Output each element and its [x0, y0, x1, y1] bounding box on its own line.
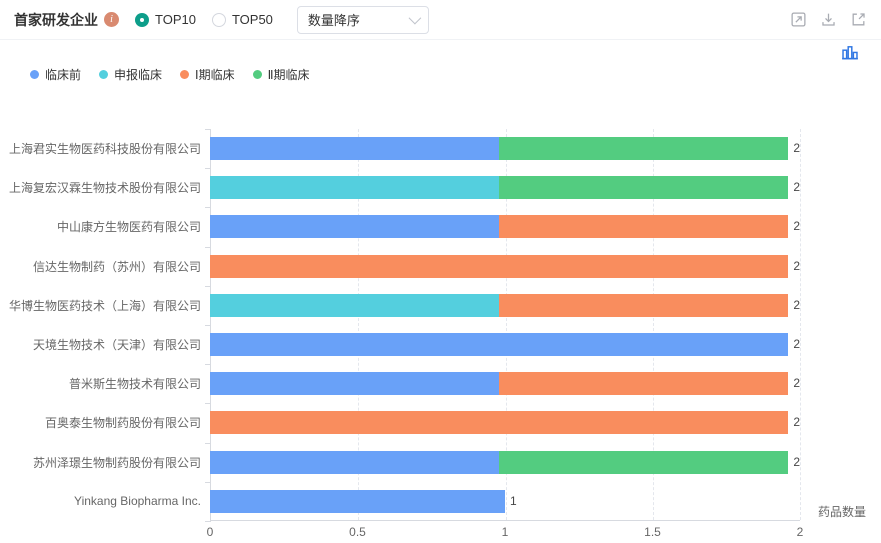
category-label: 信达生物制药（苏州）有限公司 [0, 258, 210, 275]
table-row: 百奥泰生物制药股份有限公司 2 [0, 403, 881, 442]
category-label: 中山康方生物医药有限公司 [0, 218, 210, 235]
bar-segment[interactable] [210, 137, 499, 160]
x-axis-ticks: 00.511.52 [210, 521, 800, 543]
category-label: 上海君实生物医药科技股份有限公司 [0, 140, 210, 157]
value-label: 2 [793, 411, 800, 434]
first-developer-panel: 首家研发企业 i TOP10 TOP50 数量降序 [0, 0, 881, 543]
bar-track: 2 [210, 247, 800, 286]
x-tick-label: 0.5 [349, 525, 366, 539]
bar-track: 2 [210, 403, 800, 442]
legend-dot-icon [253, 70, 262, 79]
value-label: 2 [793, 255, 800, 278]
legend-label: Ⅰ期临床 [195, 66, 235, 83]
value-label: 2 [793, 215, 800, 238]
sort-order-select[interactable]: 数量降序 [297, 6, 429, 34]
bar-track: 2 [210, 364, 800, 403]
legend-dot-icon [99, 70, 108, 79]
bar-segment[interactable] [210, 411, 788, 434]
legend-label: Ⅱ期临床 [268, 66, 310, 83]
bar-track: 2 [210, 443, 800, 482]
table-row: 上海复宏汉霖生物技术股份有限公司 2 [0, 168, 881, 207]
bar-rows: 上海君实生物医药科技股份有限公司2上海复宏汉霖生物技术股份有限公司2中山康方生物… [0, 129, 881, 521]
category-label: 天境生物技术（天津）有限公司 [0, 336, 210, 353]
category-label: 华博生物医药技术（上海）有限公司 [0, 297, 210, 314]
category-label: 普米斯生物技术有限公司 [0, 375, 210, 392]
radio-selected-icon [135, 13, 149, 27]
bar-segment[interactable] [499, 215, 788, 238]
x-tick-label: 1 [502, 525, 509, 539]
table-row: 信达生物制药（苏州）有限公司 2 [0, 247, 881, 286]
x-tick-label: 2 [797, 525, 804, 539]
legend-item[interactable]: 申报临床 [99, 66, 162, 83]
panel-header: 首家研发企业 i TOP10 TOP50 数量降序 [0, 0, 881, 40]
panel-actions [790, 11, 867, 28]
panel-title: 首家研发企业 [14, 10, 98, 30]
radio-top10[interactable]: TOP10 [135, 12, 196, 27]
bar-track: 2 [210, 129, 800, 168]
chart-legend: 临床前 申报临床 Ⅰ期临床 Ⅱ期临床 [30, 66, 881, 83]
radio-top50[interactable]: TOP50 [212, 12, 273, 27]
stacked-bar-chart: 药品数量 上海君实生物医药科技股份有限公司2上海复宏汉霖生物技术股份有限公司2中… [0, 129, 881, 543]
bar-segment[interactable] [210, 294, 499, 317]
table-row: 上海君实生物医药科技股份有限公司 2 [0, 129, 881, 168]
bar-segment[interactable] [210, 255, 788, 278]
bar-segment[interactable] [210, 490, 505, 513]
category-label: 苏州泽璟生物制药股份有限公司 [0, 454, 210, 471]
bar-segment[interactable] [210, 215, 499, 238]
value-label: 2 [793, 176, 800, 199]
legend-label: 临床前 [45, 66, 81, 83]
x-tick-label: 0 [207, 525, 214, 539]
category-label: 上海复宏汉霖生物技术股份有限公司 [0, 179, 210, 196]
table-row: 天境生物技术（天津）有限公司 2 [0, 325, 881, 364]
value-label: 2 [793, 372, 800, 395]
value-label: 1 [510, 490, 517, 513]
download-icon[interactable] [820, 11, 837, 28]
table-row: Yinkang Biopharma Inc. 1 [0, 482, 881, 521]
bar-chart-icon[interactable] [841, 44, 859, 67]
info-icon[interactable]: i [104, 12, 119, 27]
radio-unselected-icon [212, 13, 226, 27]
category-label: Yinkang Biopharma Inc. [0, 494, 210, 508]
table-row: 中山康方生物医药有限公司 2 [0, 207, 881, 246]
table-row: 华博生物医药技术（上海）有限公司 2 [0, 286, 881, 325]
bar-segment[interactable] [499, 451, 788, 474]
bar-segment[interactable] [210, 333, 788, 356]
radio-top10-label: TOP10 [155, 12, 196, 27]
bar-track: 2 [210, 325, 800, 364]
table-row: 苏州泽璟生物制药股份有限公司 2 [0, 443, 881, 482]
bar-segment[interactable] [499, 294, 788, 317]
legend-item[interactable]: 临床前 [30, 66, 81, 83]
bar-track: 2 [210, 286, 800, 325]
legend-item[interactable]: Ⅱ期临床 [253, 66, 310, 83]
value-label: 2 [793, 333, 800, 356]
fullscreen-icon[interactable] [790, 11, 807, 28]
value-label: 2 [793, 137, 800, 160]
value-label: 2 [793, 451, 800, 474]
radio-top50-label: TOP50 [232, 12, 273, 27]
bar-segment[interactable] [210, 451, 499, 474]
legend-dot-icon [180, 70, 189, 79]
legend-label: 申报临床 [114, 66, 162, 83]
bar-segment[interactable] [499, 176, 788, 199]
bar-track: 1 [210, 482, 800, 521]
chevron-down-icon [408, 12, 421, 25]
legend-item[interactable]: Ⅰ期临床 [180, 66, 235, 83]
sort-order-value: 数量降序 [308, 10, 360, 29]
bar-segment[interactable] [499, 137, 788, 160]
bar-segment[interactable] [210, 372, 499, 395]
bar-segment[interactable] [210, 176, 499, 199]
x-tick-label: 1.5 [644, 525, 661, 539]
legend-dot-icon [30, 70, 39, 79]
external-link-icon[interactable] [850, 11, 867, 28]
bar-segment[interactable] [499, 372, 788, 395]
bar-track: 2 [210, 168, 800, 207]
table-row: 普米斯生物技术有限公司 2 [0, 364, 881, 403]
category-label: 百奥泰生物制药股份有限公司 [0, 414, 210, 431]
value-label: 2 [793, 294, 800, 317]
bar-track: 2 [210, 207, 800, 246]
